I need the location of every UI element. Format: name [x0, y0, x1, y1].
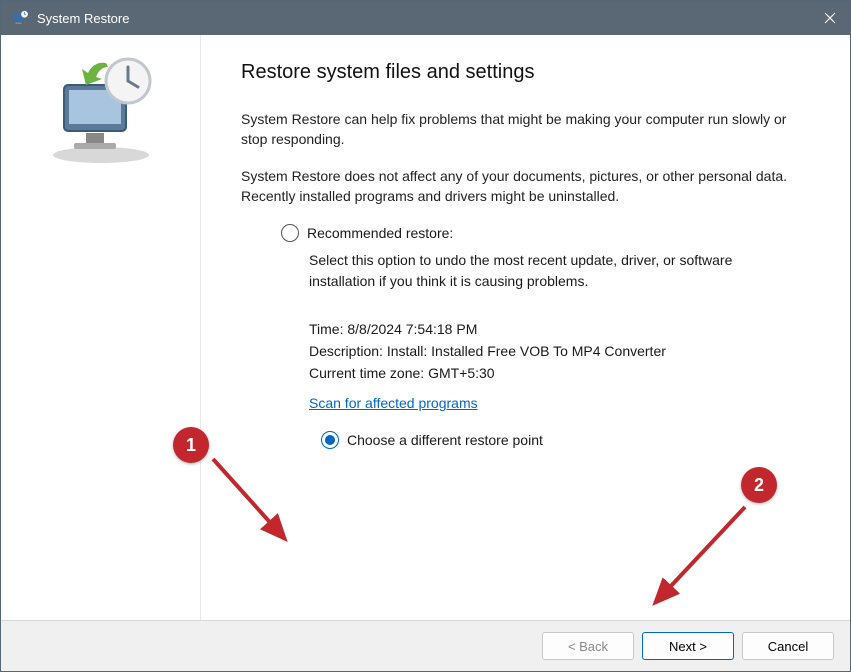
- restore-options: Recommended restore: Select this option …: [241, 224, 800, 449]
- choose-different-restore-point-option[interactable]: Choose a different restore point: [281, 431, 800, 449]
- restore-description: Description: Install: Installed Free VOB…: [309, 343, 800, 359]
- scan-affected-programs-link[interactable]: Scan for affected programs: [281, 395, 478, 411]
- close-button[interactable]: [810, 1, 850, 35]
- wizard-button-bar: < Back Next > Cancel: [1, 621, 850, 671]
- restore-time: Time: 8/8/2024 7:54:18 PM: [309, 321, 800, 337]
- restore-timezone: Current time zone: GMT+5:30: [309, 365, 800, 381]
- restore-point-details: Time: 8/8/2024 7:54:18 PM Description: I…: [281, 321, 800, 381]
- radio-unselected-icon: [281, 224, 299, 242]
- recommended-restore-detail: Select this option to undo the most rece…: [281, 250, 800, 291]
- close-icon: [824, 12, 836, 24]
- restore-illustration-icon: [36, 55, 166, 165]
- recommended-restore-label: Recommended restore:: [307, 225, 453, 241]
- back-button[interactable]: < Back: [542, 632, 634, 660]
- titlebar[interactable]: System Restore: [1, 1, 850, 35]
- wizard-sidebar: [1, 35, 201, 620]
- content-area: Restore system files and settings System…: [1, 35, 850, 621]
- system-restore-window: System Restore Restore system fil: [0, 0, 851, 672]
- next-button[interactable]: Next >: [642, 632, 734, 660]
- cancel-button[interactable]: Cancel: [742, 632, 834, 660]
- wizard-main: Restore system files and settings System…: [201, 35, 850, 620]
- intro-paragraph-1: System Restore can help fix problems tha…: [241, 110, 800, 149]
- intro-paragraph-2: System Restore does not affect any of yo…: [241, 167, 800, 206]
- recommended-restore-option[interactable]: Recommended restore:: [281, 224, 800, 242]
- radio-selected-icon: [321, 431, 339, 449]
- choose-different-label: Choose a different restore point: [347, 432, 543, 448]
- page-heading: Restore system files and settings: [241, 61, 800, 84]
- system-restore-icon: [11, 9, 29, 27]
- window-title: System Restore: [37, 11, 810, 26]
